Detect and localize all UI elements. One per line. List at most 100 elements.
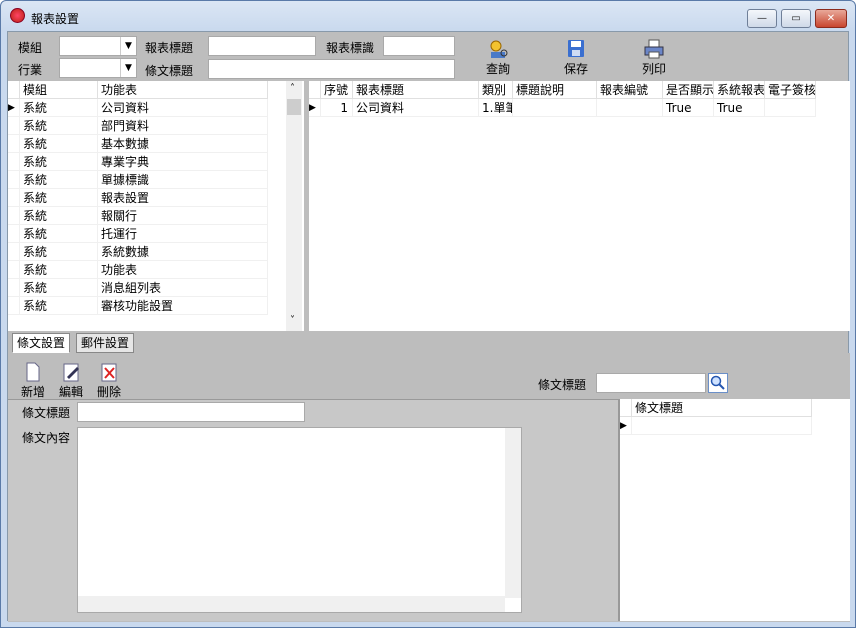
table-cell[interactable]: 審核功能設置 (98, 297, 268, 315)
search-icon (710, 375, 725, 390)
table-cell[interactable]: 公司資料 (353, 99, 479, 117)
chevron-down-icon[interactable]: ▼ (120, 59, 136, 77)
chevron-down-icon[interactable]: ▼ (120, 37, 136, 55)
row-selector[interactable] (8, 135, 20, 153)
row-selector[interactable] (8, 279, 20, 297)
table-cell[interactable]: 托運行 (98, 225, 268, 243)
table-cell[interactable]: 系統 (20, 189, 98, 207)
table-cell[interactable] (597, 99, 663, 117)
floppy-disk-icon (565, 38, 587, 60)
column-header[interactable]: 條文標題 (632, 399, 812, 417)
save-label: 保存 (563, 62, 588, 76)
table-cell[interactable] (513, 99, 597, 117)
table-cell[interactable]: 系統數據 (98, 243, 268, 261)
column-header[interactable]: 標題說明 (513, 81, 597, 99)
clause-content-textarea[interactable] (77, 427, 522, 613)
table-cell[interactable] (632, 417, 812, 435)
report-id-input[interactable] (383, 36, 455, 56)
row-selector[interactable] (8, 207, 20, 225)
table-cell[interactable]: 系統 (20, 117, 98, 135)
delete-icon (98, 361, 120, 383)
row-selector[interactable] (8, 297, 20, 315)
row-selector[interactable] (8, 243, 20, 261)
maximize-button[interactable]: ▭ (781, 9, 811, 28)
table-cell[interactable]: 1.單筆 (479, 99, 513, 117)
query-icon (487, 38, 509, 60)
table-cell[interactable]: 消息組列表 (98, 279, 268, 297)
column-header[interactable]: 功能表 (98, 81, 268, 99)
table-cell[interactable]: 基本數據 (98, 135, 268, 153)
column-header[interactable]: 電子簽核 (765, 81, 816, 99)
delete-button[interactable]: 刪除 (94, 361, 124, 400)
vertical-scrollbar[interactable]: ˄ ˅ (286, 81, 302, 331)
row-header-corner (8, 81, 20, 99)
row-header-corner (620, 399, 632, 417)
print-label: 列印 (641, 62, 666, 76)
row-selector[interactable] (8, 117, 20, 135)
scroll-thumb[interactable] (287, 99, 301, 115)
column-header[interactable]: 序號 (321, 81, 353, 99)
table-cell[interactable]: 系統 (20, 243, 98, 261)
close-button[interactable]: ✕ (815, 9, 847, 28)
module-combo[interactable]: ▼ (59, 36, 137, 56)
table-cell[interactable]: 系統 (20, 279, 98, 297)
table-cell[interactable]: 公司資料 (98, 99, 268, 117)
table-cell[interactable] (765, 99, 816, 117)
table-cell[interactable]: 系統 (20, 297, 98, 315)
scroll-up-icon[interactable]: ˄ (290, 83, 295, 94)
table-cell[interactable]: 系統 (20, 225, 98, 243)
row-selector[interactable] (8, 189, 20, 207)
client-area: 模組 ▼ 行業 ▼ 報表標題 報表標識 條文標題 查詢 保存 列印 模組 功能表… (7, 31, 850, 622)
clause-search-input[interactable] (596, 373, 706, 393)
search-button[interactable] (708, 373, 728, 393)
report-title-label: 報表標題 (145, 41, 194, 55)
minimize-button[interactable]: — (747, 9, 777, 28)
vertical-scrollbar[interactable] (505, 428, 521, 598)
table-cell[interactable]: 系統 (20, 261, 98, 279)
column-header[interactable]: 系統報表 (714, 81, 765, 99)
industry-combo[interactable]: ▼ (59, 58, 137, 78)
column-header[interactable]: 模組 (20, 81, 98, 99)
clause-title-input[interactable] (208, 59, 455, 79)
horizontal-scrollbar[interactable] (78, 596, 505, 612)
column-header[interactable]: 報表編號 (597, 81, 663, 99)
table-cell[interactable]: 系統 (20, 171, 98, 189)
edit-icon (60, 361, 82, 383)
table-cell[interactable]: 功能表 (98, 261, 268, 279)
table-cell[interactable]: 單據標識 (98, 171, 268, 189)
row-selector[interactable] (8, 153, 20, 171)
column-header[interactable]: 是否顯示 (663, 81, 714, 99)
table-cell[interactable]: 部門資料 (98, 117, 268, 135)
table-cell[interactable]: 系統 (20, 207, 98, 225)
column-header[interactable]: 報表標題 (353, 81, 479, 99)
tab-clause-settings[interactable]: 條文設置 (12, 333, 71, 353)
edit-button[interactable]: 編輯 (56, 361, 86, 400)
query-button[interactable]: 查詢 (478, 38, 518, 77)
clause-grid[interactable]: 條文標題 ▶ (618, 399, 850, 621)
scroll-down-icon[interactable]: ˅ (290, 315, 295, 326)
table-cell[interactable]: True (714, 99, 765, 117)
clause-form-title-input[interactable] (77, 402, 305, 422)
row-selector[interactable] (8, 171, 20, 189)
table-cell[interactable]: 1 (321, 99, 353, 117)
row-selector[interactable] (8, 225, 20, 243)
report-title-input[interactable] (208, 36, 316, 56)
delete-label: 刪除 (96, 385, 121, 399)
save-button[interactable]: 保存 (556, 38, 596, 77)
tab-mail-settings[interactable]: 郵件設置 (76, 333, 135, 353)
industry-label: 行業 (18, 63, 43, 77)
table-cell[interactable]: 報表設置 (98, 189, 268, 207)
row-selector[interactable] (8, 261, 20, 279)
table-cell[interactable]: True (663, 99, 714, 117)
table-cell[interactable]: 報關行 (98, 207, 268, 225)
table-cell[interactable]: 系統 (20, 135, 98, 153)
app-icon (10, 8, 25, 23)
print-button[interactable]: 列印 (634, 38, 674, 77)
table-cell[interactable]: 系統 (20, 99, 98, 117)
new-button[interactable]: 新增 (18, 361, 48, 400)
function-grid[interactable]: 模組 功能表 ▶ 系統 公司資料 系統 部門資料 系統 基本數據 系統 專業字典 系統 單據標識 系統 報表… (8, 81, 304, 331)
table-cell[interactable]: 專業字典 (98, 153, 268, 171)
report-grid[interactable]: 序號報表標題類別標題說明報表編號是否顯示系統報表電子簽核 ▶1公司資料1.單筆 Tr… (309, 81, 850, 331)
table-cell[interactable]: 系統 (20, 153, 98, 171)
column-header[interactable]: 類別 (479, 81, 513, 99)
